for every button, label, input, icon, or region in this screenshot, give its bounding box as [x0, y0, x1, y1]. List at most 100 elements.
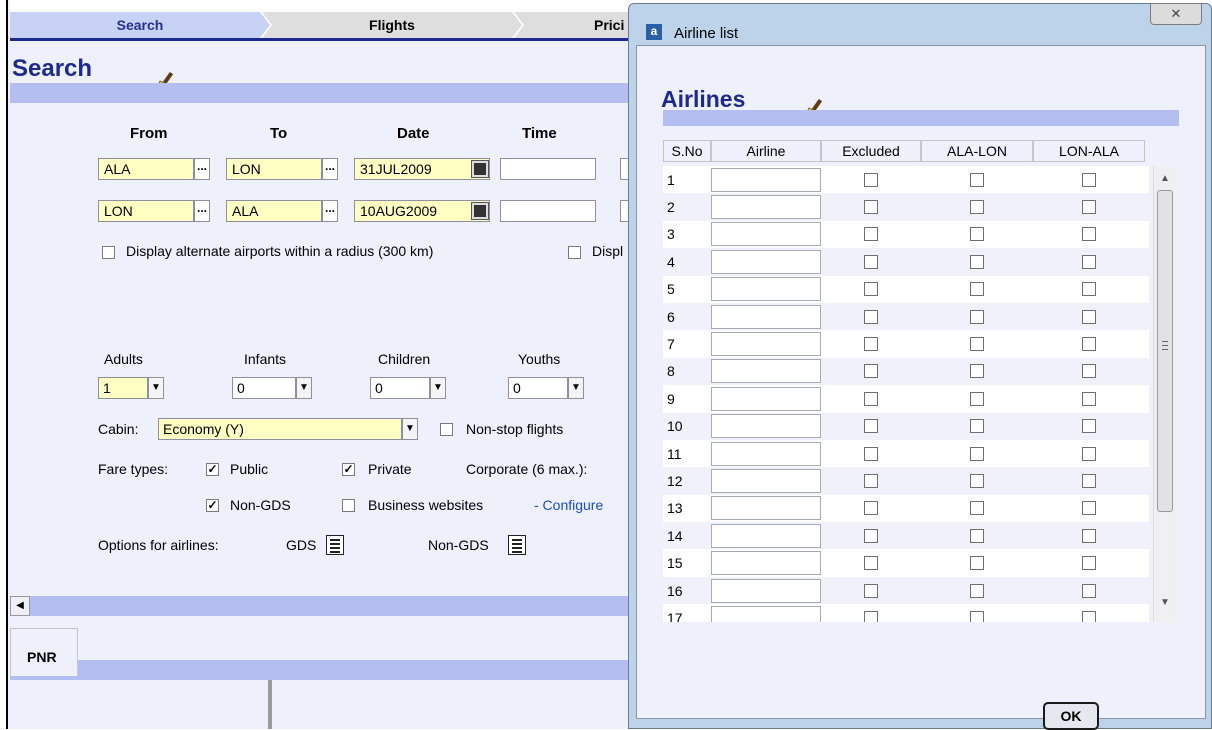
lon-ala-checkbox[interactable] — [1082, 227, 1096, 242]
ala-lon-checkbox[interactable] — [970, 172, 984, 187]
ala-lon-checkbox[interactable] — [970, 227, 984, 242]
lon-ala-checkbox[interactable] — [1082, 282, 1096, 297]
infants-select[interactable]: 0 — [232, 377, 296, 399]
excluded-checkbox[interactable] — [864, 200, 878, 215]
airline-input[interactable] — [711, 332, 821, 357]
scrollbar-thumb[interactable] — [1157, 190, 1173, 512]
lon-ala-checkbox[interactable] — [1082, 556, 1096, 571]
airline-input[interactable] — [711, 359, 821, 384]
ala-lon-checkbox[interactable] — [970, 391, 984, 406]
chevron-down-icon[interactable]: ▼ — [296, 377, 312, 399]
excluded-checkbox[interactable] — [864, 309, 878, 324]
scroll-down-icon[interactable]: ▼ — [1154, 594, 1176, 612]
cabin-select[interactable]: Economy (Y) — [158, 418, 402, 440]
ala-lon-checkbox[interactable] — [970, 501, 984, 516]
lon-ala-checkbox[interactable] — [1082, 583, 1096, 598]
airline-input[interactable] — [711, 222, 821, 247]
airline-input[interactable] — [711, 496, 821, 521]
fare-business-checkbox[interactable] — [342, 499, 355, 512]
panel-splitter[interactable] — [268, 680, 272, 729]
airline-input[interactable] — [711, 551, 821, 576]
ok-button[interactable]: OK — [1043, 702, 1099, 730]
display-option-checkbox[interactable] — [568, 246, 581, 259]
excluded-checkbox[interactable] — [864, 391, 878, 406]
chevron-down-icon[interactable]: ▼ — [430, 377, 446, 399]
from-input-1[interactable]: ALA — [98, 158, 194, 180]
tab-pnr[interactable]: PNR — [10, 628, 78, 676]
nonstop-checkbox[interactable] — [440, 423, 453, 436]
airline-input[interactable] — [711, 249, 821, 274]
excluded-checkbox[interactable] — [864, 556, 878, 571]
to-lookup-button-2[interactable]: ... — [322, 200, 338, 222]
excluded-checkbox[interactable] — [864, 419, 878, 434]
step-pricing[interactable]: Prici — [514, 12, 644, 38]
ala-lon-checkbox[interactable] — [970, 200, 984, 215]
lon-ala-checkbox[interactable] — [1082, 610, 1096, 622]
nongds-list-icon[interactable] — [508, 535, 526, 555]
ala-lon-checkbox[interactable] — [970, 337, 984, 352]
chevron-down-icon[interactable]: ▼ — [402, 418, 418, 440]
excluded-checkbox[interactable] — [864, 254, 878, 269]
excluded-checkbox[interactable] — [864, 610, 878, 622]
airline-input[interactable] — [711, 167, 821, 192]
lon-ala-checkbox[interactable] — [1082, 309, 1096, 324]
excluded-checkbox[interactable] — [864, 446, 878, 461]
lon-ala-checkbox[interactable] — [1082, 446, 1096, 461]
lon-ala-checkbox[interactable] — [1082, 501, 1096, 516]
excluded-checkbox[interactable] — [864, 501, 878, 516]
lon-ala-checkbox[interactable] — [1082, 254, 1096, 269]
airline-input[interactable] — [711, 441, 821, 466]
from-lookup-button-2[interactable]: ... — [194, 200, 210, 222]
airline-input[interactable] — [711, 195, 821, 220]
step-flights[interactable]: Flights — [262, 12, 522, 38]
excluded-checkbox[interactable] — [864, 528, 878, 543]
to-input-2[interactable]: ALA — [226, 200, 322, 222]
from-input-2[interactable]: LON — [98, 200, 194, 222]
step-search[interactable]: Search — [10, 12, 270, 38]
configure-link[interactable]: - Configure — [534, 497, 603, 513]
ala-lon-checkbox[interactable] — [970, 446, 984, 461]
chevron-down-icon[interactable]: ▼ — [568, 377, 584, 399]
to-lookup-button-1[interactable]: ... — [322, 158, 338, 180]
to-input-1[interactable]: LON — [226, 158, 322, 180]
ala-lon-checkbox[interactable] — [970, 473, 984, 488]
fare-nongds-checkbox[interactable]: ✓ — [206, 499, 219, 512]
time-input-2[interactable] — [500, 200, 596, 222]
excluded-checkbox[interactable] — [864, 583, 878, 598]
alt-airports-checkbox[interactable] — [102, 246, 115, 259]
calendar-icon[interactable] — [471, 202, 489, 220]
fare-private-checkbox[interactable]: ✓ — [342, 463, 355, 476]
close-button[interactable]: ✕ — [1150, 3, 1202, 25]
fare-public-checkbox[interactable]: ✓ — [206, 463, 219, 476]
excluded-checkbox[interactable] — [864, 473, 878, 488]
time-input-1[interactable] — [500, 158, 596, 180]
gds-list-icon[interactable] — [326, 535, 344, 555]
scroll-up-icon[interactable]: ▲ — [1154, 170, 1176, 188]
airline-input[interactable] — [711, 277, 821, 302]
ala-lon-checkbox[interactable] — [970, 556, 984, 571]
ala-lon-checkbox[interactable] — [970, 254, 984, 269]
airline-input[interactable] — [711, 523, 821, 548]
calendar-icon[interactable] — [471, 160, 489, 178]
ala-lon-checkbox[interactable] — [970, 309, 984, 324]
ala-lon-checkbox[interactable] — [970, 583, 984, 598]
ala-lon-checkbox[interactable] — [970, 528, 984, 543]
excluded-checkbox[interactable] — [864, 364, 878, 379]
chevron-down-icon[interactable]: ▼ — [148, 377, 164, 399]
ala-lon-checkbox[interactable] — [970, 282, 984, 297]
ala-lon-checkbox[interactable] — [970, 364, 984, 379]
airline-input[interactable] — [711, 578, 821, 603]
airline-input[interactable] — [711, 605, 821, 622]
lon-ala-checkbox[interactable] — [1082, 337, 1096, 352]
children-select[interactable]: 0 — [370, 377, 430, 399]
date-input-2[interactable]: 10AUG2009 — [354, 200, 490, 222]
youths-select[interactable]: 0 — [508, 377, 568, 399]
adults-select[interactable]: 1 — [98, 377, 148, 399]
airline-input[interactable] — [711, 386, 821, 411]
ala-lon-checkbox[interactable] — [970, 419, 984, 434]
lon-ala-checkbox[interactable] — [1082, 419, 1096, 434]
lon-ala-checkbox[interactable] — [1082, 391, 1096, 406]
airline-input[interactable] — [711, 468, 821, 493]
lon-ala-checkbox[interactable] — [1082, 172, 1096, 187]
excluded-checkbox[interactable] — [864, 337, 878, 352]
